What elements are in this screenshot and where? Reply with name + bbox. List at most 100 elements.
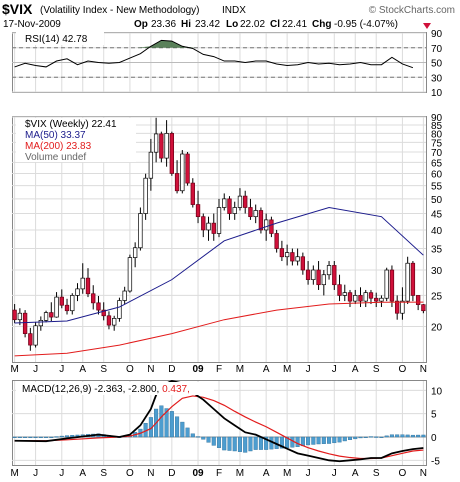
macd-histogram-bar (353, 436, 358, 440)
x-tick-label: J (306, 364, 311, 375)
candle-down (300, 256, 306, 271)
candle-up (80, 277, 85, 290)
x-tick-label: F (216, 364, 222, 375)
close-label: Cl (270, 19, 280, 30)
candle-down (395, 300, 400, 314)
candle-down (258, 210, 264, 231)
candle-down (347, 292, 353, 302)
x-tick-label-macd: J (306, 468, 311, 479)
change-value: -0.95 (-4.07%) (334, 19, 398, 30)
candle-up (263, 219, 269, 231)
price-tick-label: 55 (431, 182, 443, 193)
copyright: © StockCharts.com (369, 5, 455, 16)
macd-histogram-bar (38, 436, 43, 439)
candle-up (132, 247, 138, 258)
legend-volume: Volume undef (25, 152, 86, 163)
macd-histogram-bar (311, 436, 316, 445)
candle-down (28, 333, 33, 346)
candle-down (279, 248, 285, 258)
legend-ma50: MA(50) 33.37 (25, 130, 86, 141)
x-tick-label: M (236, 364, 244, 375)
candle-down (12, 309, 17, 321)
candle-down (106, 315, 112, 326)
candle-up (284, 252, 290, 258)
macd-histogram-bar (337, 436, 342, 443)
macd-histogram-bar (59, 435, 64, 438)
candle-down (248, 207, 253, 218)
macd-histogram-bar (358, 436, 363, 439)
candle-down (227, 198, 232, 214)
x-tick-label-macd: O (126, 468, 134, 479)
candle-up (180, 153, 185, 192)
price-tick-label: 25 (431, 291, 443, 302)
x-tick-label: M (10, 364, 18, 375)
candle-down (415, 295, 421, 305)
macd-histogram-bar (232, 436, 237, 452)
candle-up (363, 292, 368, 302)
rsi-tick-label: 10 (431, 88, 443, 99)
candle-down (91, 293, 96, 304)
open-value: 23.36 (151, 19, 176, 30)
x-tick-label-macd: A (79, 468, 86, 479)
candle-up (38, 320, 43, 327)
candle-up (353, 295, 358, 302)
macd-histogram-bar (248, 436, 253, 452)
candle-down (337, 284, 342, 296)
candle-up (153, 133, 159, 153)
macd-histogram-bar (206, 436, 211, 443)
x-tick-label-macd: F (216, 468, 222, 479)
x-tick-label: M (283, 364, 291, 375)
high-label: Hi (181, 19, 191, 30)
x-tick-label-macd: M (236, 468, 244, 479)
candle-down (305, 269, 311, 280)
macd-histogram-bar (363, 436, 368, 439)
candle-up (342, 292, 347, 296)
x-tick-label-macd: O (399, 468, 407, 479)
macd-histogram-bar (180, 421, 185, 438)
macd-histogram-bar (65, 435, 70, 438)
candle-up (164, 133, 169, 159)
candle-down (195, 204, 201, 218)
x-tick-label: D (168, 364, 175, 375)
candle-up (295, 256, 300, 262)
macd-legend-text: MACD(12,26,9) -2.363, -2.800, 0.437, (22, 384, 190, 395)
macd-histogram-bar (222, 436, 227, 451)
macd-histogram-bar (368, 436, 373, 438)
candle-up (216, 207, 222, 234)
x-tick-label: N (420, 364, 427, 375)
candle-down (22, 312, 28, 334)
x-tick-label: 09 (192, 364, 204, 375)
macd-histogram-bar (306, 436, 311, 446)
price-tick-label: 20 (431, 322, 443, 333)
candle-down (358, 295, 363, 302)
macd-histogram-bar (201, 436, 206, 440)
macd-histogram-bar (327, 436, 332, 444)
macd-histogram-bar (159, 405, 164, 438)
macd-histogram-bar (416, 434, 421, 438)
candle-down (274, 233, 279, 249)
macd-histogram-bar (258, 436, 263, 450)
macd-tick-label: -5 (431, 456, 440, 467)
rsi-tick-label: 90 (431, 29, 443, 40)
macd-histogram-bar (237, 436, 242, 452)
rsi-tick-label: 70 (431, 44, 443, 55)
x-tick-label-macd: A (263, 468, 270, 479)
candle-down (96, 302, 101, 311)
x-tick-label-macd: N (420, 468, 427, 479)
candle-up (206, 222, 211, 231)
price-tick-label: 60 (431, 169, 443, 180)
candle-down (159, 133, 164, 159)
candle-up (148, 151, 154, 179)
candle-up (400, 300, 405, 314)
macd-legend-signal: 0.437, (159, 384, 190, 395)
close-value: 22.41 (282, 19, 307, 30)
x-tick-label: J (59, 364, 64, 375)
price-tick-label: 50 (431, 195, 443, 206)
x-tick-label-macd: J (332, 468, 337, 479)
candle-up (54, 296, 59, 318)
candle-down (185, 153, 190, 184)
candle-down (64, 304, 70, 312)
macd-histogram-bar (33, 436, 38, 439)
down-arrow-icon (423, 23, 431, 29)
candle-up (311, 269, 316, 280)
